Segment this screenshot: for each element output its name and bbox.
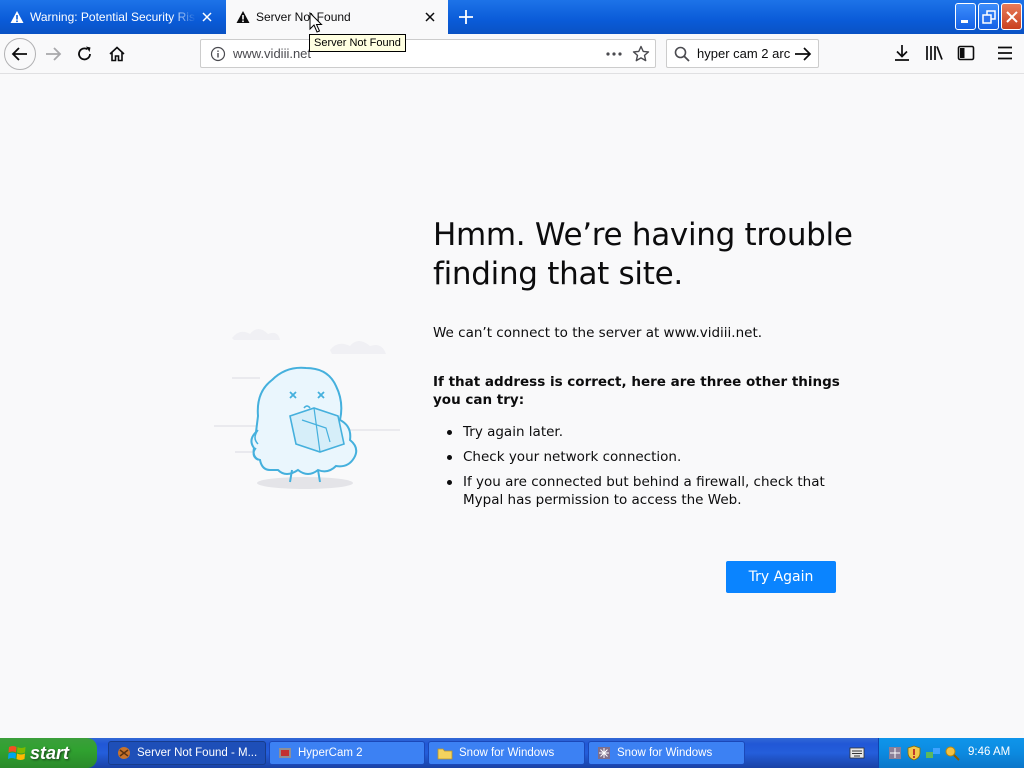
search-icon — [674, 46, 690, 62]
suggestions-list: Try again later. Check your network conn… — [433, 423, 833, 516]
taskbar-item-label: HyperCam 2 — [298, 747, 363, 759]
navigation-bar: www.vidiii.net hyper cam 2 arc — [0, 34, 1024, 74]
start-button[interactable]: start — [0, 738, 97, 768]
bookmark-star-icon[interactable] — [632, 45, 650, 63]
taskbar-item-hypercam[interactable]: HyperCam 2 — [269, 741, 425, 765]
tab-title: Warning: Potential Security Risk Ahead — [30, 10, 196, 24]
list-item: If you are connected but behind a firewa… — [433, 473, 833, 509]
hamburger-menu-icon[interactable] — [997, 44, 1013, 62]
tab-security-warning[interactable]: Warning: Potential Security Risk Ahead — [0, 0, 225, 34]
taskbar-item-label: Snow for Windows — [617, 747, 713, 759]
tab-server-not-found[interactable]: Server Not Found — [226, 0, 448, 34]
suggestions-heading: If that address is correct, here are thr… — [433, 374, 840, 408]
error-title: Hmm. We’re having trouble finding that s… — [433, 217, 853, 292]
restore-button[interactable] — [978, 3, 999, 30]
list-item: Check your network connection. — [433, 448, 833, 466]
sidebar-icon[interactable] — [957, 44, 975, 62]
home-button[interactable] — [101, 38, 133, 70]
tab-strip: Warning: Potential Security Risk Ahead S… — [0, 0, 1024, 34]
forward-button[interactable] — [37, 38, 69, 70]
snow-app-icon — [598, 747, 610, 759]
list-item: Try again later. — [433, 423, 833, 441]
network-icon[interactable] — [925, 745, 941, 761]
arrow-left-icon — [11, 47, 27, 61]
try-again-button[interactable]: Try Again — [726, 561, 836, 593]
tab-title: Server Not Found — [256, 10, 351, 24]
tab-tooltip: Server Not Found — [309, 34, 406, 52]
error-page: Hmm. We’re having trouble finding that s… — [0, 75, 1024, 738]
taskbar-item-snow-app[interactable]: Snow for Windows — [588, 741, 745, 765]
taskbar: start Server Not Found - M... HyperCam 2… — [0, 738, 1024, 768]
warning-icon — [10, 11, 24, 23]
search-tray-icon[interactable] — [944, 745, 960, 761]
download-icon[interactable] — [893, 44, 911, 62]
arrow-right-icon — [46, 47, 62, 61]
new-tab-icon[interactable] — [456, 7, 476, 27]
error-description: We can’t connect to the server at www.vi… — [433, 325, 763, 341]
warning-icon — [236, 11, 250, 23]
folder-icon — [437, 748, 453, 760]
security-shield-icon[interactable] — [906, 745, 922, 761]
windows-logo-icon — [8, 746, 26, 760]
library-icon[interactable] — [925, 44, 945, 62]
minimize-button[interactable] — [955, 3, 976, 30]
mouse-cursor-icon — [309, 12, 323, 33]
close-icon — [1006, 11, 1018, 23]
taskbar-item-browser[interactable]: Server Not Found - M... — [108, 741, 266, 765]
search-bar[interactable]: hyper cam 2 arc — [666, 39, 819, 68]
taskbar-item-label: Server Not Found - M... — [137, 747, 258, 759]
search-input[interactable]: hyper cam 2 arc — [697, 46, 793, 61]
hypercam-icon — [279, 748, 291, 758]
taskbar-item-label: Snow for Windows — [459, 747, 555, 759]
search-go-arrow-icon[interactable] — [794, 46, 812, 62]
sad-cloud-illustration-icon — [214, 329, 400, 489]
home-icon — [109, 46, 125, 62]
clock: 9:46 AM — [968, 746, 1011, 758]
tray-icons — [887, 745, 960, 761]
address-bar[interactable]: www.vidiii.net — [200, 39, 656, 68]
browser-icon — [118, 747, 130, 759]
tray-app-icon[interactable] — [887, 745, 903, 761]
close-tab-icon[interactable] — [199, 9, 215, 25]
back-button[interactable] — [4, 38, 36, 70]
reload-icon — [78, 46, 91, 61]
minimize-icon — [961, 20, 968, 23]
page-actions-icon[interactable] — [604, 46, 624, 62]
keyboard-language-icon[interactable] — [849, 746, 865, 760]
taskbar-item-snow-folder[interactable]: Snow for Windows — [428, 741, 585, 765]
restore-icon — [982, 10, 996, 24]
info-icon[interactable] — [210, 46, 226, 62]
reload-button[interactable] — [69, 38, 101, 70]
start-label: start — [30, 742, 70, 763]
system-tray: 9:46 AM — [878, 738, 1024, 768]
close-tab-icon[interactable] — [422, 9, 438, 25]
url-text[interactable]: www.vidiii.net — [233, 46, 311, 61]
close-window-button[interactable] — [1001, 3, 1022, 30]
